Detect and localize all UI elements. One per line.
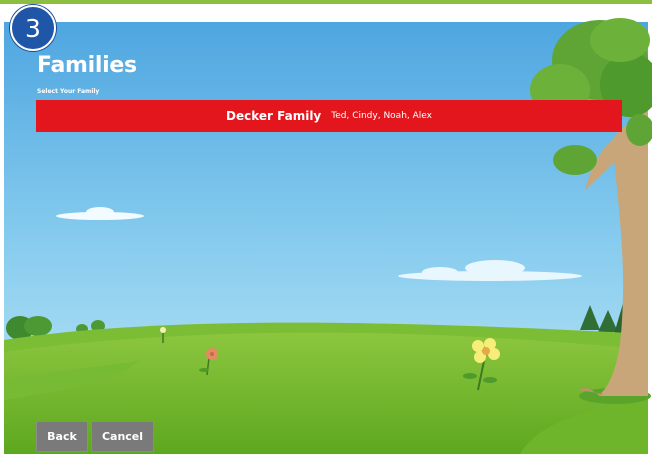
back-button[interactable]: Back [36,421,88,452]
page-title: Families [37,53,137,78]
step-number-badge: 3 [10,5,56,51]
family-option-decker[interactable]: Decker Family Ted, Cindy, Noah, Alex [36,100,622,132]
page-subtitle: Select Your Family [37,88,100,95]
top-accent-bar [0,0,652,4]
cancel-button[interactable]: Cancel [91,421,154,452]
family-name: Decker Family [226,109,322,123]
app-frame: 3 Families Select Your Family Decker Fam… [0,0,652,454]
family-members: Ted, Cindy, Noah, Alex [331,111,432,121]
